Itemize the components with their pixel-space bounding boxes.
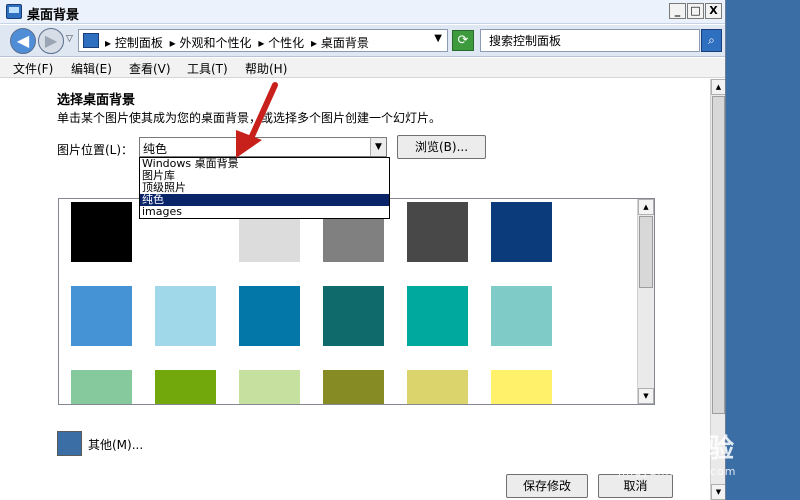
arrow-annotation-shaft	[245, 82, 278, 148]
baidu-logo: Bai⊛经验	[614, 434, 735, 464]
arrow-annotation-head	[236, 130, 262, 158]
baidu-watermark: Bai⊛经验 jingyan.baidu.com	[614, 428, 737, 478]
arrow-annotation	[236, 82, 278, 158]
watermark-url: jingyan.baidu.com	[618, 465, 737, 478]
